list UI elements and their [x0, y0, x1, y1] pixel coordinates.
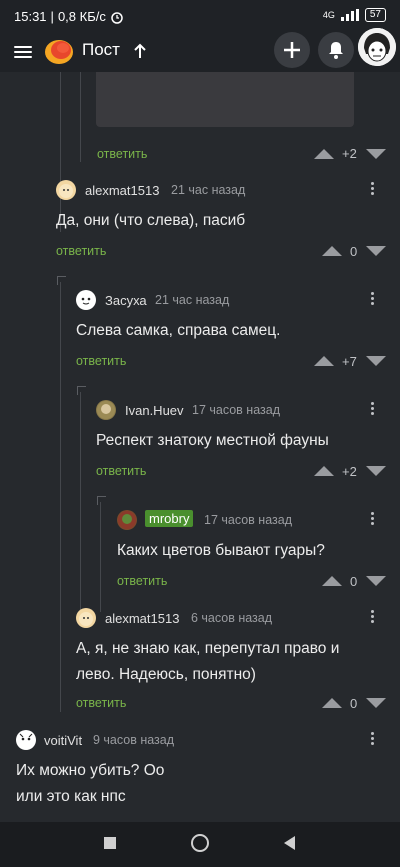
more-options-icon[interactable] — [371, 730, 375, 747]
reply-button[interactable]: ответить — [96, 464, 146, 478]
score: +7 — [342, 354, 357, 369]
collapse-toggle[interactable] — [97, 496, 106, 505]
avatar-face-icon — [17, 731, 35, 749]
system-nav-bar — [0, 822, 400, 867]
page-title: Пост — [82, 40, 120, 59]
avatar[interactable] — [76, 290, 96, 310]
collapse-toggle[interactable] — [57, 276, 66, 285]
thread-line — [80, 72, 81, 162]
score: +2 — [342, 146, 357, 161]
comment-author[interactable]: Засуха — [105, 293, 147, 308]
upvote-icon[interactable] — [322, 698, 342, 708]
thread-line — [100, 502, 101, 612]
downvote-icon[interactable] — [366, 576, 386, 586]
avatar-face-icon — [97, 401, 115, 419]
comment-text: Слева самка, справа самец. — [76, 322, 281, 339]
comment-text: Их можно убить? Оо — [16, 762, 165, 779]
status-time: 15:31 — [14, 9, 47, 24]
avatar[interactable] — [76, 608, 96, 628]
post-image-fragment[interactable] — [96, 72, 354, 127]
comment-text: или это как нпс — [16, 788, 126, 805]
comment-time: 21 час назад — [155, 293, 230, 307]
downvote-icon[interactable] — [366, 149, 386, 159]
upvote-icon[interactable] — [314, 466, 334, 476]
avatar[interactable] — [16, 730, 36, 750]
signal-icon — [340, 9, 359, 21]
comment-time: 6 часов назад — [191, 611, 273, 625]
comment-text: лево. Надеюсь, понятно) — [76, 666, 256, 683]
upvote-icon[interactable] — [322, 576, 342, 586]
thread-line — [80, 392, 81, 612]
more-options-icon[interactable] — [371, 510, 375, 527]
user-avatar[interactable] — [358, 28, 396, 66]
avatar-face-icon — [79, 612, 93, 626]
comment-author[interactable]: mrobry — [145, 510, 194, 527]
avatar[interactable] — [96, 400, 116, 420]
more-options-icon[interactable] — [371, 608, 375, 625]
collapse-toggle[interactable] — [77, 386, 86, 395]
avatar-face-icon — [358, 28, 396, 66]
reply-button[interactable]: ответить — [76, 696, 126, 710]
back-icon[interactable] — [284, 836, 295, 850]
reply-button[interactable]: ответить — [97, 147, 147, 161]
plus-icon — [284, 42, 300, 58]
comment-text: А, я, не знаю как, перепутал право и — [76, 640, 340, 657]
score: 0 — [350, 244, 358, 259]
add-button[interactable] — [274, 32, 310, 68]
menu-icon[interactable] — [14, 43, 32, 59]
score: 0 — [350, 696, 358, 711]
notifications-button[interactable] — [318, 32, 354, 68]
comment-text: Да, они (что слева), пасиб — [56, 212, 246, 229]
bell-icon — [329, 42, 343, 59]
app-logo[interactable] — [44, 37, 74, 65]
more-options-icon[interactable] — [371, 180, 375, 197]
more-options-icon[interactable] — [371, 400, 375, 417]
avatar-face-icon — [77, 291, 95, 309]
comment-text: Респект знатоку местной фауны — [96, 432, 329, 449]
comment-author[interactable]: voitiVit — [44, 733, 82, 748]
avatar[interactable] — [117, 510, 137, 530]
comment-author[interactable]: Ivan.Huev — [125, 403, 184, 418]
comment-text: Каких цветов бывают гуары? — [117, 542, 325, 559]
avatar-face-icon — [59, 184, 73, 198]
comment-time: 17 часов назад — [204, 513, 292, 527]
upvote-icon[interactable] — [322, 246, 342, 256]
reply-button[interactable]: ответить — [56, 244, 106, 258]
downvote-icon[interactable] — [366, 246, 386, 256]
comment-time: 9 часов назад — [93, 733, 175, 747]
comment-time: 17 часов назад — [192, 403, 280, 417]
comment-author[interactable]: alexmat1513 — [105, 611, 179, 626]
avatar-face-icon — [118, 511, 136, 529]
home-icon[interactable] — [191, 834, 209, 852]
comment-author[interactable]: alexmat1513 — [85, 183, 159, 198]
thread-line — [60, 282, 61, 712]
top-bar: Пост — [0, 28, 400, 72]
comments-area: ответить +2 alexmat1513 21 час назад Да,… — [0, 72, 400, 822]
avatar[interactable] — [56, 180, 76, 200]
downvote-icon[interactable] — [366, 356, 386, 366]
recent-apps-icon[interactable] — [104, 837, 116, 849]
upvote-icon[interactable] — [314, 149, 334, 159]
score: +2 — [342, 464, 357, 479]
status-speed: 0,8 КБ/с — [57, 9, 106, 24]
battery-indicator: 57 — [364, 8, 386, 22]
more-options-icon[interactable] — [371, 290, 375, 307]
status-bar: 15:31 | 0,8 КБ/с 4G 57 — [0, 0, 400, 34]
upvote-icon[interactable] — [314, 356, 334, 366]
network-label: 4G — [322, 10, 335, 20]
reply-button[interactable]: ответить — [76, 354, 126, 368]
alarm-icon — [111, 11, 123, 24]
downvote-icon[interactable] — [366, 466, 386, 476]
downvote-icon[interactable] — [366, 698, 386, 708]
scroll-top-icon[interactable] — [133, 43, 147, 59]
reply-button[interactable]: ответить — [117, 574, 167, 588]
comment-time: 21 час назад — [171, 183, 246, 197]
score: 0 — [350, 574, 358, 589]
